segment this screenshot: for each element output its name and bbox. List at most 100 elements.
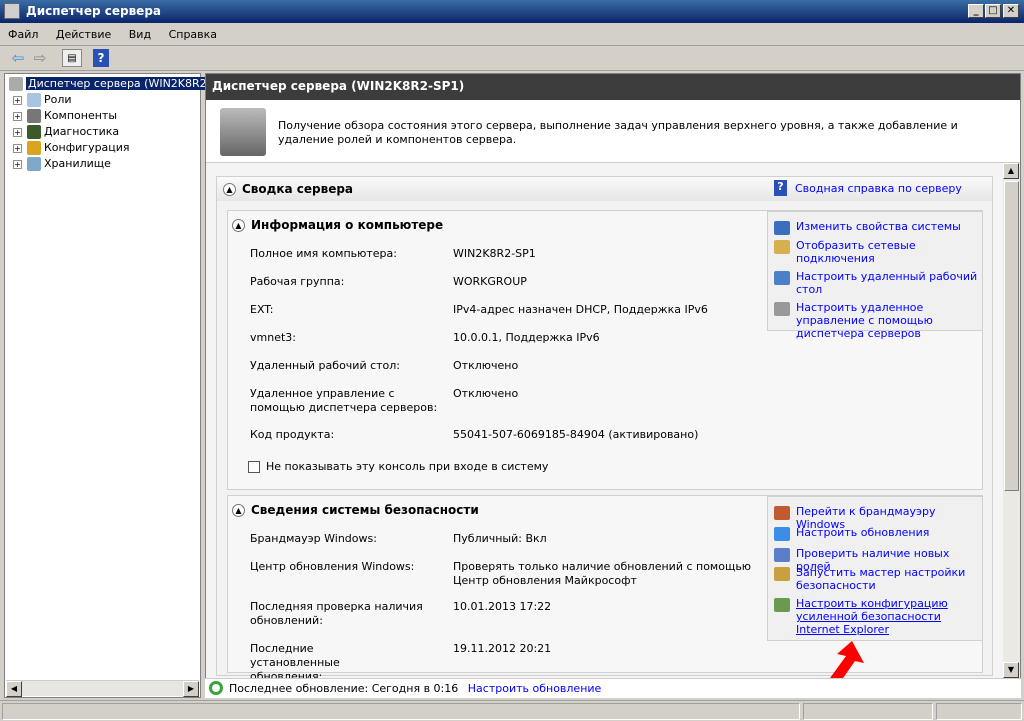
info-value: WORKGROUP	[453, 275, 527, 288]
collapse-icon[interactable]: ▲	[232, 219, 245, 232]
expand-icon[interactable]: +	[13, 159, 22, 169]
info-label: vmnet3:	[250, 331, 296, 344]
back-arrow-icon[interactable]: ⇦	[8, 49, 28, 67]
configure-updates-link[interactable]: Настроить обновления	[774, 526, 979, 541]
info-value: Публичный: Вкл	[453, 532, 547, 545]
server-manager-icon	[4, 3, 20, 19]
diagnostics-icon	[27, 125, 41, 139]
help-icon[interactable]: ?	[93, 49, 109, 67]
dont-show-console-checkbox[interactable]: Не показывать эту консоль при входе в си…	[248, 460, 548, 473]
menu-view[interactable]: Вид	[129, 28, 151, 41]
ie-security-icon	[774, 598, 790, 612]
tree-item-diagnostics[interactable]: + Диагностика	[13, 125, 119, 141]
link-text: Настроить конфигурацию усиленной безопас…	[796, 597, 948, 636]
maximize-button[interactable]: □	[985, 4, 1001, 18]
network-connections-link[interactable]: Отобразить сетевые подключения	[774, 239, 979, 265]
tree-item-features[interactable]: + Компоненты	[13, 109, 117, 125]
pane-header: Диспетчер сервера (WIN2K8R2-SP1)	[206, 74, 1020, 100]
ie-esc-link[interactable]: Настроить конфигурацию усиленной безопас…	[774, 597, 979, 636]
show-hide-tree-icon[interactable]: ▤	[62, 49, 82, 67]
security-tasks-panel: Перейти к брандмауэру Windows Настроить …	[767, 496, 983, 641]
status-bar	[0, 700, 1024, 721]
security-info-title[interactable]: ▲ Сведения системы безопасности	[232, 503, 479, 517]
info-label: Код продукта:	[250, 428, 335, 441]
tree-item-configuration[interactable]: + Конфигурация	[13, 141, 130, 157]
scroll-right-button[interactable]: ▶	[183, 681, 199, 697]
menu-help[interactable]: Справка	[169, 28, 217, 41]
tree-root[interactable]: Диспетчер сервера (WIN2K8R2-S	[9, 77, 220, 93]
collapse-icon[interactable]: ▲	[232, 504, 245, 517]
tree-root-label: Диспетчер сервера (WIN2K8R2-S	[26, 77, 220, 90]
checkbox-label: Не показывать эту консоль при входе в си…	[266, 460, 549, 473]
info-label: Брандмауэр Windows:	[250, 532, 377, 545]
tree-item-label: Диагностика	[44, 125, 120, 138]
configure-refresh-link[interactable]: Настроить обновление	[468, 682, 602, 695]
computer-info-section: ▲ Информация о компьютере Полное имя комп…	[227, 210, 983, 490]
link-text: Настроить удаленное управление с помощью…	[796, 301, 933, 340]
red-arrow-annotation	[830, 641, 864, 678]
forward-arrow-icon[interactable]: ⇨	[30, 49, 50, 67]
status-cell	[2, 703, 800, 720]
expand-icon[interactable]: +	[13, 95, 22, 105]
computer-tasks-panel: Изменить свойства системы Отобразить сет…	[767, 211, 983, 340]
windows-update-icon	[774, 527, 790, 541]
checkbox-box[interactable]	[248, 461, 260, 473]
collapse-icon[interactable]: ▲	[223, 183, 236, 196]
security-info-section: ▲ Сведения системы безопасности Брандмауэ…	[227, 495, 983, 678]
tree-item-storage[interactable]: + Хранилище	[13, 157, 111, 173]
expand-icon[interactable]: +	[13, 111, 22, 121]
roles-check-icon	[774, 548, 790, 562]
last-refresh-text: Последнее обновление: Сегодня в 0:16	[229, 682, 459, 695]
system-properties-icon	[774, 221, 790, 235]
computer-info-title-text: Информация о компьютере	[251, 218, 444, 232]
help-icon: ?	[774, 180, 787, 196]
menu-bar: Файл Действие Вид Справка	[0, 23, 1024, 46]
info-value: WIN2K8R2-SP1	[453, 247, 536, 260]
summary-title-text: Сводка сервера	[242, 182, 354, 196]
refresh-icon[interactable]	[209, 681, 223, 695]
scroll-up-button[interactable]: ▲	[1003, 163, 1019, 179]
toolbar: ⇦ ⇨ ▤ ?	[0, 46, 1024, 71]
link-text: Настроить удаленный рабочий стол	[796, 270, 978, 296]
info-value: 19.11.2012 20:21	[453, 642, 552, 655]
status-cell	[803, 703, 933, 720]
expand-icon[interactable]: +	[13, 127, 22, 137]
scroll-thumb[interactable]	[1004, 181, 1019, 491]
menu-file[interactable]: Файл	[8, 28, 38, 41]
summary-help-link[interactable]: Сводная справка по серверу	[795, 182, 962, 195]
scroll-left-button[interactable]: ◀	[6, 681, 22, 697]
network-icon	[774, 240, 790, 254]
summary-header: ▲ Сводка сервера ? Сводная справка по сер…	[217, 177, 992, 201]
horizontal-scrollbar[interactable]: ◀ ▶	[6, 680, 199, 697]
close-button[interactable]: ✕	[1003, 4, 1019, 18]
main-pane: Диспетчер сервера (WIN2K8R2-SP1) Получен…	[205, 73, 1021, 698]
vertical-scrollbar[interactable]: ▲ ▼	[1003, 163, 1020, 678]
intro-panel: Получение обзора состояния этого сервера…	[206, 100, 1020, 163]
security-wizard-link[interactable]: Запустить мастер настройки безопасности	[774, 566, 979, 592]
info-label: Центр обновления Windows:	[250, 560, 415, 573]
info-label: Последние установленные обновления:	[250, 642, 340, 678]
security-title-text: Сведения системы безопасности	[251, 503, 479, 517]
storage-icon	[27, 157, 41, 171]
remote-management-link[interactable]: Настроить удаленное управление с помощью…	[774, 301, 979, 340]
remote-desktop-link[interactable]: Настроить удаленный рабочий стол	[774, 270, 979, 296]
security-wizard-icon	[774, 567, 790, 581]
tree-item-roles[interactable]: + Роли	[13, 93, 72, 109]
link-text: Отобразить сетевые подключения	[796, 239, 916, 265]
summary-title[interactable]: ▲ Сводка сервера	[223, 182, 353, 196]
info-value: 10.01.2013 17:22	[453, 600, 552, 613]
minimize-button[interactable]: _	[968, 4, 984, 18]
change-system-properties-link[interactable]: Изменить свойства системы	[774, 220, 979, 235]
menu-action[interactable]: Действие	[56, 28, 111, 41]
expand-icon[interactable]: +	[13, 143, 22, 153]
server-icon	[9, 77, 23, 91]
info-label: Удаленное управление с помощью диспетчер…	[250, 387, 438, 414]
link-text: Запустить мастер настройки безопасности	[796, 566, 966, 592]
info-value: Отключено	[453, 359, 519, 372]
info-value: 55041-507-6069185-84904 (активировано)	[453, 428, 699, 441]
navigation-tree: Диспетчер сервера (WIN2K8R2-S + Роли + Ком…	[4, 73, 220, 698]
scroll-down-button[interactable]: ▼	[1003, 662, 1019, 678]
features-icon	[27, 109, 41, 123]
server-icon	[774, 302, 790, 316]
computer-info-title[interactable]: ▲ Информация о компьютере	[232, 218, 443, 232]
